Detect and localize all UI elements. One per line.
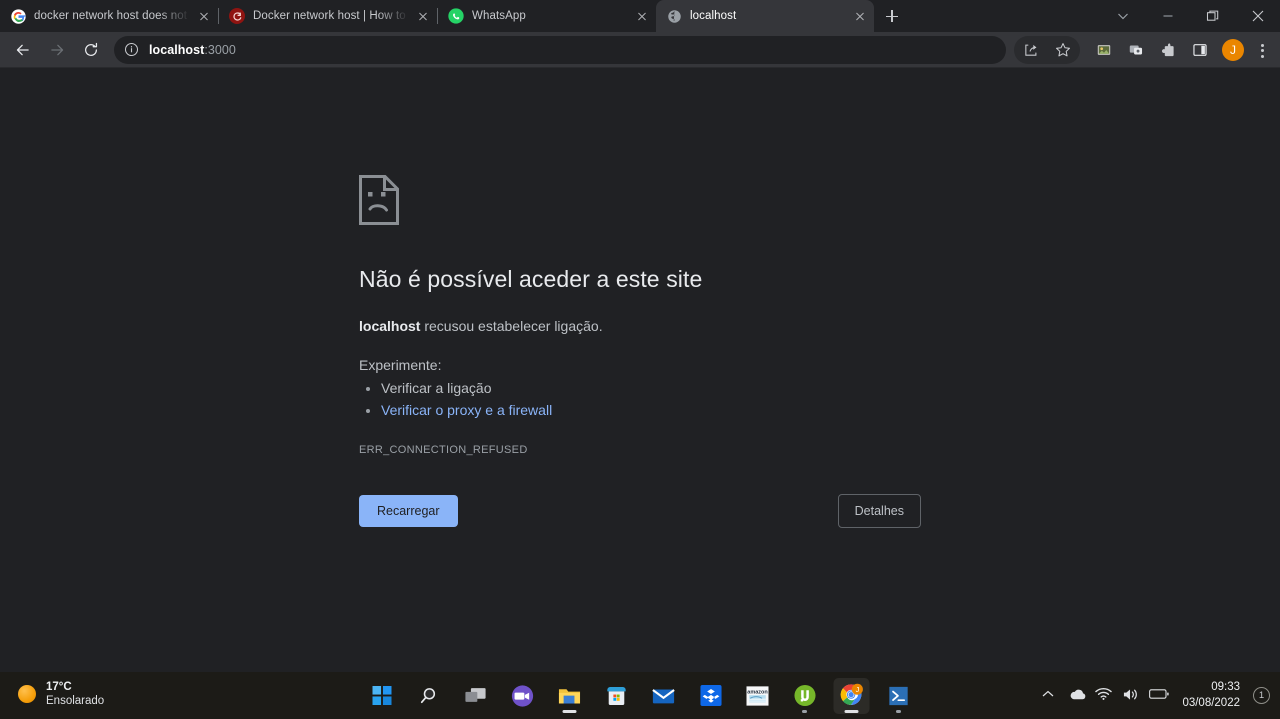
- error-code: ERR_CONNECTION_REFUSED: [359, 443, 528, 456]
- tab-search-chevron-down-icon[interactable]: [1100, 0, 1145, 32]
- tab-strip: docker network host does not w Docker ne…: [0, 0, 1280, 32]
- sun-icon: [18, 685, 36, 704]
- forward-arrow-icon: [42, 35, 72, 65]
- three-dot-menu-icon[interactable]: [1250, 36, 1274, 64]
- clock-date: 03/08/2022: [1182, 696, 1240, 709]
- url-text: localhost:3000: [149, 43, 236, 57]
- puzzle-extensions-icon[interactable]: [1154, 36, 1182, 64]
- browser-tab-title: WhatsApp: [472, 10, 526, 22]
- sad-document-icon: [359, 175, 399, 225]
- svg-text:J: J: [855, 686, 859, 694]
- powershell-app[interactable]: [881, 678, 917, 714]
- start-button[interactable]: [364, 678, 400, 714]
- onedrive-cloud-icon[interactable]: [1068, 687, 1086, 705]
- extension-tab-icon[interactable]: [1122, 36, 1150, 64]
- dropbox-app[interactable]: [693, 678, 729, 714]
- chevron-up-icon[interactable]: [1041, 687, 1059, 705]
- system-tray: 09:33 03/08/2022 1: [1041, 672, 1270, 719]
- browser-tab-title: docker network host does not w: [34, 10, 190, 22]
- proxy-firewall-link[interactable]: Verificar o proxy e a firewall: [381, 402, 552, 418]
- try-label: Experimente:: [359, 356, 442, 373]
- amazon-app[interactable]: amazon: [740, 678, 776, 714]
- mail-app[interactable]: [646, 678, 682, 714]
- red-swirl-icon: [229, 8, 245, 24]
- close-window-button[interactable]: [1235, 0, 1280, 32]
- url-host: localhost: [149, 42, 205, 57]
- notification-badge[interactable]: 1: [1253, 687, 1270, 704]
- whatsapp-icon: [448, 8, 464, 24]
- new-tab-button[interactable]: [878, 2, 906, 30]
- windows-taskbar: 17°C Ensolarado amazon J 09:33 03/08/202…: [0, 672, 1280, 719]
- globe-icon: [666, 8, 682, 24]
- error-host: localhost: [359, 317, 421, 334]
- side-panel-icon[interactable]: [1186, 36, 1214, 64]
- page-content-area: Não é possível aceder a este site localh…: [0, 69, 1280, 672]
- microsoft-store[interactable]: [599, 678, 635, 714]
- minimize-button[interactable]: [1145, 0, 1190, 32]
- browser-tab-3[interactable]: WhatsApp: [438, 0, 656, 32]
- list-item: Verificar a ligação: [381, 377, 959, 399]
- address-bar[interactable]: localhost:3000: [114, 35, 1006, 64]
- profile-avatar[interactable]: J: [1222, 38, 1244, 61]
- google-chrome[interactable]: J: [833, 677, 870, 714]
- close-icon[interactable]: [415, 8, 431, 24]
- browser-toolbar: localhost:3000 J: [0, 32, 1280, 68]
- utorrent-app[interactable]: [787, 678, 823, 714]
- svg-text:amazon: amazon: [747, 689, 768, 695]
- browser-tab-title: Docker network host | How to w: [253, 10, 409, 22]
- chat-button[interactable]: [505, 678, 541, 714]
- search-button[interactable]: [411, 678, 447, 714]
- extension-photo-icon[interactable]: [1090, 36, 1118, 64]
- weather-temperature: 17°C: [46, 681, 72, 693]
- close-icon[interactable]: [196, 8, 212, 24]
- toolbar-right-group: J: [1014, 35, 1274, 64]
- weather-condition: Ensolarado: [46, 695, 105, 708]
- url-path: :3000: [204, 42, 236, 57]
- info-circle-icon[interactable]: [124, 42, 140, 58]
- suggestion-list: Verificar a ligação Verificar o proxy e …: [359, 377, 959, 422]
- battery-icon[interactable]: [1149, 687, 1170, 705]
- close-icon[interactable]: [852, 8, 868, 24]
- share-icon[interactable]: [1017, 36, 1045, 64]
- page-title: Não é possível aceder a este site: [359, 266, 703, 292]
- back-arrow-icon[interactable]: [8, 35, 38, 65]
- file-explorer[interactable]: [552, 678, 588, 714]
- window-controls: [1100, 0, 1280, 32]
- taskbar-app-row: amazon J: [364, 672, 917, 719]
- bookmark-star-icon[interactable]: [1049, 36, 1077, 64]
- error-subtitle: localhost recusou estabelecer ligação.: [359, 316, 959, 337]
- weather-widget[interactable]: 17°C Ensolarado: [18, 680, 104, 709]
- volume-icon[interactable]: [1122, 687, 1140, 705]
- details-button[interactable]: Detalhes: [837, 494, 921, 528]
- google-g-icon: [10, 8, 26, 24]
- error-subtitle-rest: recusou estabelecer ligação.: [420, 317, 603, 334]
- reload-button[interactable]: Recarregar: [359, 495, 458, 527]
- error-page-body: Não é possível aceder a este site localh…: [359, 175, 959, 456]
- error-action-row: Recarregar Detalhes: [359, 494, 921, 528]
- browser-tab-2[interactable]: Docker network host | How to w: [219, 0, 437, 32]
- list-item[interactable]: Verificar o proxy e a firewall: [381, 399, 959, 421]
- clock-time: 09:33: [1211, 680, 1240, 693]
- task-view-button[interactable]: [458, 678, 494, 714]
- chrome-browser-window: docker network host does not w Docker ne…: [0, 0, 1280, 672]
- maximize-restore-button[interactable]: [1190, 0, 1235, 32]
- close-icon[interactable]: [634, 8, 650, 24]
- reload-icon[interactable]: [76, 35, 106, 65]
- browser-tab-4-active[interactable]: localhost: [656, 0, 874, 32]
- clock-widget[interactable]: 09:33 03/08/2022: [1182, 680, 1240, 711]
- share-bookmark-group: [1014, 35, 1080, 64]
- wifi-icon[interactable]: [1095, 687, 1113, 705]
- browser-tab-1[interactable]: docker network host does not w: [0, 0, 218, 32]
- suggestion-text: Verificar a ligação: [381, 379, 492, 396]
- browser-tab-title: localhost: [690, 10, 737, 22]
